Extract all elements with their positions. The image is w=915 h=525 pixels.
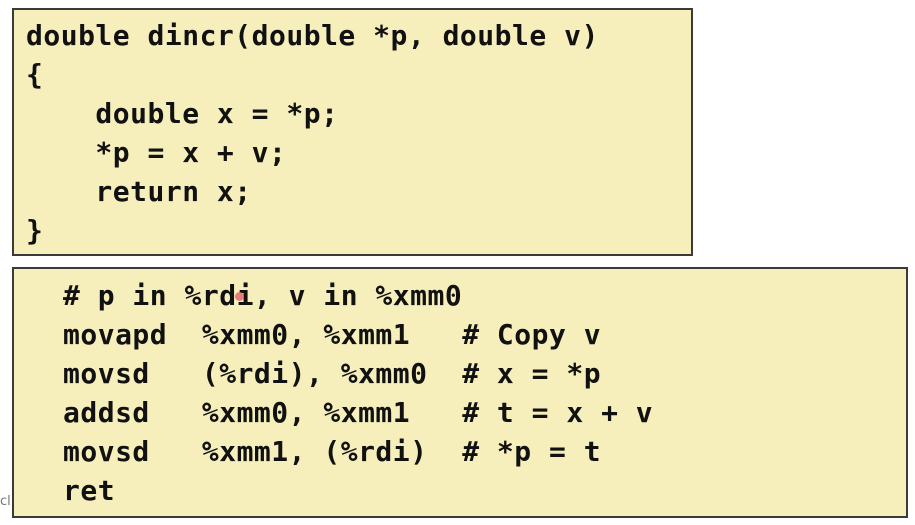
assembly-line: ret <box>63 474 116 507</box>
assembly-code-box: # p in %rdi, v in %xmm0 movapd %xmm0, %x… <box>12 267 908 518</box>
c-code-line: *p = x + v; <box>26 136 287 169</box>
c-code-line: double dincr(double *p, double v) <box>26 19 599 52</box>
assembly-line: movapd %xmm0, %xmm1 # Copy v <box>63 318 602 351</box>
c-code-line: } <box>26 214 44 247</box>
assembly-line: movsd (%rdi), %xmm0 # x = *p <box>63 357 602 390</box>
assembly-line: movsd %xmm1, (%rdi) # *p = t <box>63 435 602 468</box>
assembly-line: addsd %xmm0, %xmm1 # t = x + v <box>63 396 654 429</box>
c-code-line: double x = *p; <box>26 97 339 130</box>
edge-text-fragment: cl <box>0 494 11 509</box>
c-code-line: return x; <box>26 175 252 208</box>
laser-pointer-dot <box>235 292 244 301</box>
c-code-line: { <box>26 58 44 91</box>
assembly-line: # p in %rdi, v in %xmm0 <box>63 279 463 312</box>
c-code-box: double dincr(double *p, double v) { doub… <box>12 8 693 256</box>
